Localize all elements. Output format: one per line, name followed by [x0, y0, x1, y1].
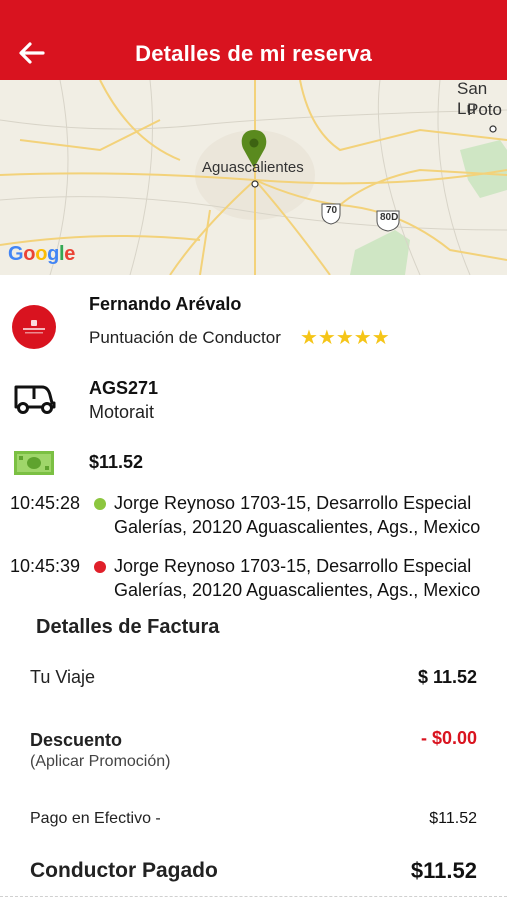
vehicle-type: Motorait	[89, 402, 155, 422]
driver-name: Fernando Arévalo	[89, 294, 242, 314]
map-corner-label-2: Poto	[467, 100, 502, 119]
driver-rating-label: Puntuación de Conductor	[89, 328, 281, 347]
dropoff-dot	[94, 561, 106, 573]
apply-promo-link[interactable]: (Aplicar Promoción)	[30, 753, 170, 771]
map-roads	[0, 80, 507, 275]
pickup-time: 10:45:28	[10, 493, 81, 513]
fare-amount: $11.52	[89, 452, 144, 472]
invoice-section-title: Detalles de Factura	[36, 616, 220, 638]
cash-icon	[12, 449, 56, 482]
highway-shield-70: 70	[326, 205, 338, 216]
top-app-bar: Detalles de mi reserva	[0, 0, 507, 80]
driver-paid-value: $11.52	[410, 858, 477, 883]
pickup-address: Jorge Reynoso 1703-15, Desarrollo Especi…	[114, 493, 481, 537]
map-city-label: Aguascalientes	[202, 159, 304, 176]
company-logo-icon	[23, 320, 45, 334]
dropoff-address: Jorge Reynoso 1703-15, Desarrollo Especi…	[114, 556, 481, 600]
cash-payment-label: Pago en Efectivo -	[30, 810, 161, 827]
discount-value: - $0.00	[420, 728, 477, 748]
route-map[interactable]: Aguascalientes San Lu Poto 70 80D Google	[0, 80, 507, 275]
cash-payment-value: $11.52	[429, 810, 477, 827]
pickup-dot	[94, 498, 106, 510]
mototaxi-icon	[12, 381, 56, 420]
discount-label: Descuento	[30, 730, 123, 750]
google-logo: Google	[8, 243, 76, 265]
bottom-divider	[0, 896, 507, 897]
vehicle-plate: AGS271	[89, 378, 159, 398]
driver-avatar	[12, 305, 56, 349]
driver-paid-label: Conductor Pagado	[30, 859, 218, 882]
trip-label: Tu Viaje	[30, 667, 96, 687]
trip-value: $ 11.52	[417, 667, 477, 687]
highway-shield-80d: 80D	[380, 212, 399, 223]
star-rating: ★★★★★	[300, 327, 390, 349]
page-title: Detalles de mi reserva	[135, 41, 372, 66]
dropoff-time: 10:45:39	[10, 556, 81, 576]
